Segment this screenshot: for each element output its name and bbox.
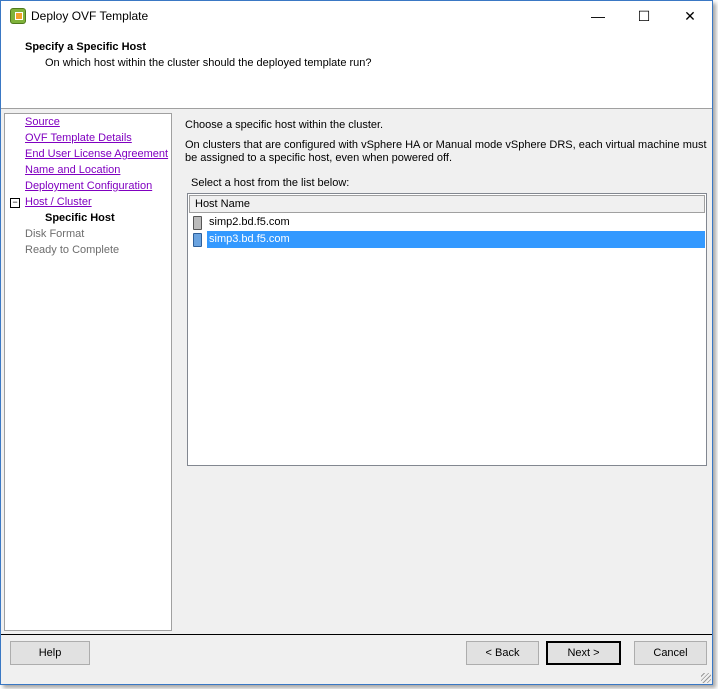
title-bar: Deploy OVF Template — ☐ ✕: [1, 1, 712, 32]
page-subtitle: On which host within the cluster should …: [45, 57, 372, 69]
step-deployment-configuration[interactable]: Deployment Configuration: [25, 180, 152, 192]
list-label: Select a host from the list below:: [191, 177, 350, 189]
window-title: Deploy OVF Template: [31, 9, 149, 23]
host-row-selected[interactable]: simp3.bd.f5.com: [189, 231, 705, 248]
back-button[interactable]: < Back: [466, 641, 539, 665]
step-host-cluster[interactable]: Host / Cluster: [25, 196, 92, 208]
deploy-ovf-window: Deploy OVF Template — ☐ ✕ Specify a Spec…: [0, 0, 713, 685]
step-specific-host: Specific Host: [45, 212, 115, 224]
step-eula[interactable]: End User License Agreement: [25, 148, 168, 160]
step-ovf-template-details[interactable]: OVF Template Details: [25, 132, 132, 144]
cancel-button[interactable]: Cancel: [634, 641, 707, 665]
host-name: simp2.bd.f5.com: [209, 216, 290, 228]
description-line-2: be assigned to a specific host, even whe…: [185, 152, 453, 164]
wizard-header: Specify a Specific Host On which host wi…: [1, 32, 712, 109]
maximize-button[interactable]: ☐: [621, 1, 667, 31]
step-disk-format: Disk Format: [25, 228, 85, 240]
server-icon: [193, 233, 202, 247]
next-button[interactable]: Next >: [546, 641, 621, 665]
step-name-location[interactable]: Name and Location: [25, 164, 120, 176]
page-title: Specify a Specific Host: [25, 41, 147, 53]
wizard-steps-panel: − Source OVF Template Details End User L…: [4, 113, 172, 631]
vsphere-app-icon: [10, 8, 26, 24]
close-button[interactable]: ✕: [667, 1, 713, 31]
host-list[interactable]: Host Name simp2.bd.f5.com simp3.bd.f5.co…: [187, 193, 707, 466]
minimize-button[interactable]: —: [575, 1, 621, 31]
help-button[interactable]: Help: [10, 641, 90, 665]
server-icon: [193, 216, 202, 230]
footer-divider: [1, 634, 712, 635]
column-header-host-name[interactable]: Host Name: [189, 195, 705, 213]
resize-grip-icon[interactable]: [701, 673, 711, 683]
step-source[interactable]: Source: [25, 116, 60, 128]
intro-text: Choose a specific host within the cluste…: [185, 119, 384, 131]
description-line-1: On clusters that are configured with vSp…: [185, 139, 707, 151]
step-ready-to-complete: Ready to Complete: [25, 244, 120, 256]
collapse-icon[interactable]: −: [10, 198, 20, 208]
host-row[interactable]: simp2.bd.f5.com: [189, 214, 705, 231]
host-name: simp3.bd.f5.com: [207, 231, 705, 248]
